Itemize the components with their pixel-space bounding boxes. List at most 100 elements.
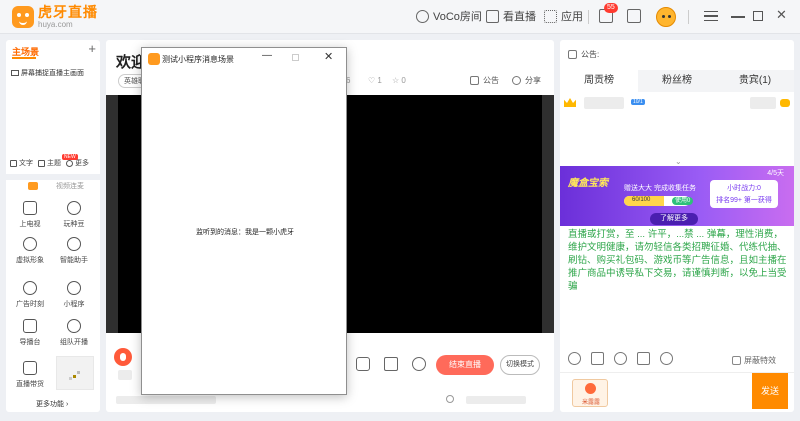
more-features-link[interactable]: 更多功能 › [36,399,68,409]
blurred-status [116,396,216,404]
menu-icon[interactable] [704,11,718,21]
blurred-content [118,370,132,380]
divider [588,10,589,24]
block-effects-toggle[interactable]: 屏蔽特效 [732,355,776,366]
banner-use-button[interactable]: 使用0 [672,197,694,205]
notification-count-badge: 55 [604,3,618,13]
ai-icon[interactable] [637,352,650,365]
feature-assistant[interactable]: 智能助手 [54,237,94,265]
monitor-icon [11,70,19,76]
eye-icon[interactable] [412,357,426,371]
dialog-minimize-button[interactable]: — [262,50,272,61]
scene-item-label: 屏幕捕捉直播主画面 [21,70,84,77]
blurred-username [584,97,624,109]
event-banner[interactable]: 魔盒宝索 赠送大大 完成收集任务 60/100 使用0 4/5天 小时战力:0 … [560,166,794,226]
mini-program-icon [67,281,81,295]
switch-mode-button[interactable]: 切换模式 [500,355,540,375]
ad-clock-icon [23,281,37,295]
blurred-score [750,97,776,109]
feature-shop[interactable]: 直播带货 [10,361,50,389]
banner-learn-more-button[interactable]: 了解更多 [650,213,698,225]
huya-app-icon [148,53,160,65]
sticker-button[interactable]: 米露露 [572,379,608,407]
more-icon [66,159,73,167]
megaphone-icon [568,50,577,59]
add-scene-button[interactable]: + [88,41,96,56]
dialog-maximize-button[interactable] [292,54,299,61]
tab-fans[interactable]: 粉丝榜 [638,70,716,92]
feature-team[interactable]: 组队开播 [54,319,94,347]
ranking-tabs: 周贡榜 粉丝榜 贵宾(1) [560,70,794,92]
volume-icon[interactable] [446,395,454,403]
tab-underline [12,57,36,59]
feature-avatar[interactable]: 虚拟形象 [10,237,50,265]
announcement-icon [470,76,479,85]
huya-logo[interactable]: 虎牙直播 huya.com [12,5,98,29]
user-avatar[interactable] [656,7,676,27]
settings-icon[interactable] [356,357,370,371]
minimize-window-icon[interactable] [731,16,745,18]
share-icon [512,76,521,85]
text-icon [10,159,17,167]
shop-icon [23,361,37,375]
announcement-header: 公告: [568,49,599,60]
watch-live-button[interactable]: 看直播 [486,8,536,24]
director-icon [23,319,37,333]
smart-assistant-icon [67,237,81,251]
scene-item[interactable]: 屏幕捕捉直播主画面 [11,68,84,78]
feature-ad[interactable]: 广告时刻 [10,281,50,309]
leaf-icon [67,201,81,215]
blurred-status [466,396,526,404]
emoji-icon[interactable] [568,352,581,365]
block-icon [732,356,741,365]
fire-icon[interactable] [28,182,38,190]
play-icon [486,9,499,23]
palette-icon[interactable] [614,352,627,365]
top-bar: 虎牙直播 huya.com VoCo房间 看直播 应用 55 ✕ [0,0,800,34]
voco-icon [416,9,429,23]
team-icon [67,319,81,333]
chat-input-area[interactable]: 米露露 发送 [560,372,794,412]
star-count: ☆ 0 [392,76,406,85]
preview-thumbnail[interactable] [56,356,94,390]
mini-program-dialog: 测试小程序消息场景 — ✕ 监听到的消息：我是一颗小虎牙 [141,47,347,395]
end-live-button[interactable]: 结束直播 [436,355,494,375]
close-window-icon[interactable]: ✕ [776,7,787,23]
maximize-window-icon[interactable] [753,11,763,21]
banner-rank-card: 小时战力:0 排名99+ 第一获得 [710,180,778,208]
apps-label: 应用 [561,11,583,23]
watch-live-label: 看直播 [503,11,536,23]
share-button[interactable]: 分享 [512,75,541,86]
level-badge: 10/1 [631,99,645,105]
banner-page-indicator: 4/5天 [767,170,784,177]
right-panel: 公告: 周贡榜 粉丝榜 贵宾(1) 10/1 ⌄ 魔盒宝索 赠送大大 完成收集任… [560,40,794,412]
card-icon[interactable] [591,352,604,365]
tab-weekly-contribution[interactable]: 周贡榜 [560,70,638,92]
video-link-label[interactable]: 视频连麦 [56,181,84,191]
gift-icon [780,99,790,107]
feature-tv[interactable]: 上电视 [10,201,50,229]
text-tool-button[interactable]: 文字 [10,158,33,168]
send-button[interactable]: 发送 [752,373,788,409]
camera-icon[interactable] [384,357,398,371]
chevron-down-icon[interactable]: ⌄ [675,157,682,166]
shirt-icon [38,159,45,167]
feature-seed[interactable]: 玩种豆 [54,201,94,229]
banner-task: 赠送大大 完成收集任务 [624,185,696,192]
calendar-icon[interactable] [627,9,641,23]
panel-divider [6,174,100,180]
tab-vip[interactable]: 贵宾(1) [716,70,794,92]
banner-title: 魔盒宝索 [568,178,608,189]
avatar-face-icon [23,237,37,251]
apps-button[interactable]: 应用 [544,8,583,24]
dialog-message: 监听到的消息：我是一颗小虎牙 [196,229,294,236]
hot-effects-button[interactable] [114,348,132,366]
feature-director[interactable]: 导播台 [10,319,50,347]
voco-label: VoCo房间 [433,11,482,23]
dialog-close-button[interactable]: ✕ [324,50,333,63]
feature-mini-program[interactable]: 小程序 [54,281,94,309]
announcement-button[interactable]: 公告 [470,75,499,86]
voco-room-button[interactable]: VoCo房间 [416,8,482,24]
theme-tool-button[interactable]: 主题 [38,158,61,168]
more-circle-icon[interactable] [660,352,673,365]
